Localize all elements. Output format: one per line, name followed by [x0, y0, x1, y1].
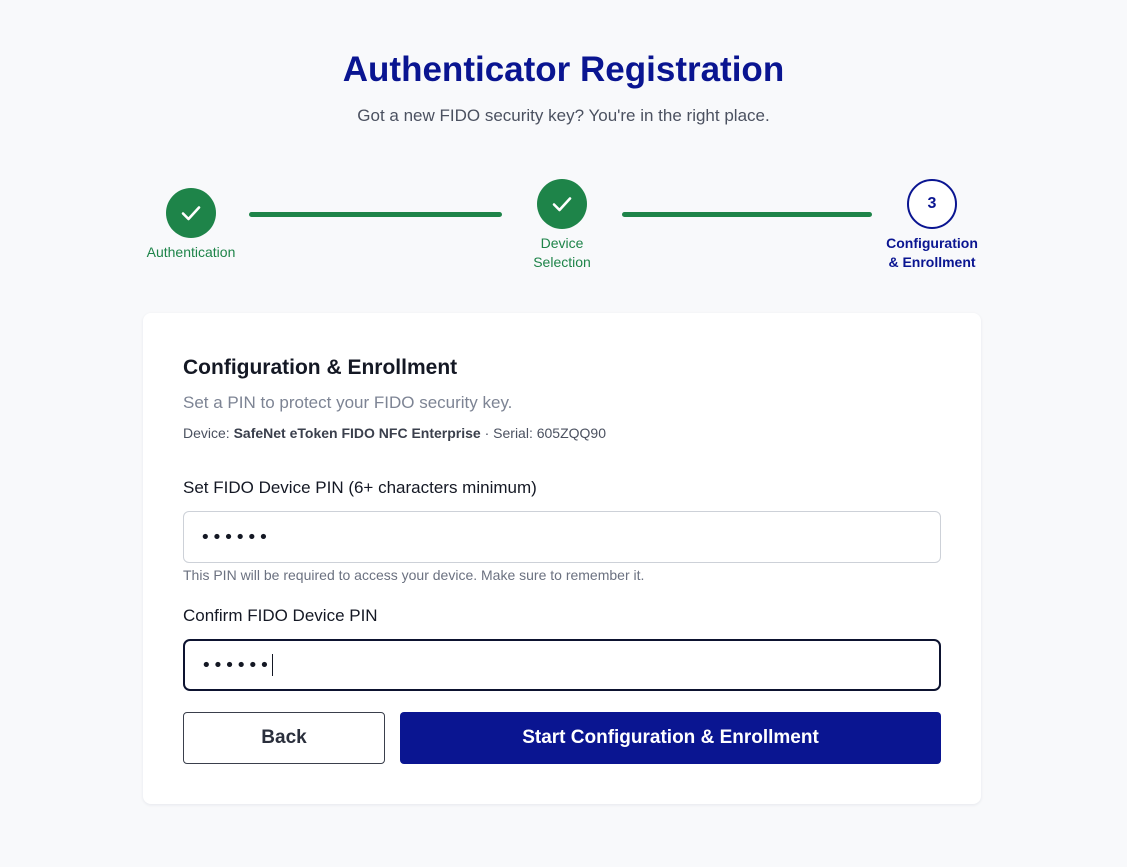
pin-hint: This PIN will be required to access your…: [183, 567, 645, 583]
card-title: Configuration & Enrollment: [183, 356, 458, 379]
enrollment-card: Configuration & Enrollment Set a PIN to …: [143, 313, 981, 804]
step-label-line: Configuration: [886, 235, 978, 251]
step-authentication: Authentication: [130, 188, 252, 262]
pin-value: ••••••: [200, 526, 270, 548]
step-label: Configuration & Enrollment: [872, 234, 992, 272]
confirm-pin-input[interactable]: ••••••: [183, 639, 941, 691]
step-connector: [622, 212, 872, 217]
page: Authenticator Registration Got a new FID…: [0, 0, 1127, 867]
step-label: Authentication: [146, 244, 236, 260]
step-connector: [249, 212, 502, 217]
step-number-badge: 3: [907, 179, 957, 229]
pin-label: Set FIDO Device PIN (6+ characters minim…: [183, 478, 537, 497]
step-device-selection: Device Selection: [502, 179, 622, 272]
confirm-pin-value: ••••••: [201, 654, 271, 676]
step-complete-badge: [537, 179, 587, 229]
step-label-line: Device: [540, 235, 584, 251]
page-title: Authenticator Registration: [342, 50, 785, 89]
device-prefix: Device:: [183, 425, 230, 441]
device-name: SafeNet eToken FIDO NFC Enterprise: [233, 425, 481, 441]
step-label-line: & Enrollment: [888, 254, 976, 270]
back-button[interactable]: Back: [183, 712, 385, 764]
confirm-pin-label: Confirm FIDO Device PIN: [183, 606, 378, 625]
text-caret: [271, 654, 273, 676]
card-subtitle: Set a PIN to protect your FIDO security …: [183, 393, 513, 412]
step-configuration-enrollment: 3 Configuration & Enrollment: [872, 179, 992, 272]
pin-input[interactable]: ••••••: [183, 511, 941, 563]
device-serial: · Serial: 605ZQQ90: [484, 425, 606, 441]
check-icon: [552, 197, 572, 212]
page-subtitle: Got a new FIDO security key? You're in t…: [357, 106, 770, 125]
start-enrollment-button[interactable]: Start Configuration & Enrollment: [400, 712, 941, 764]
step-label-line: Selection: [533, 254, 591, 270]
device-info: Device: SafeNet eToken FIDO NFC Enterpri…: [183, 425, 606, 441]
step-complete-badge: [166, 188, 216, 238]
step-label: Device Selection: [502, 234, 622, 272]
check-icon: [181, 206, 201, 221]
